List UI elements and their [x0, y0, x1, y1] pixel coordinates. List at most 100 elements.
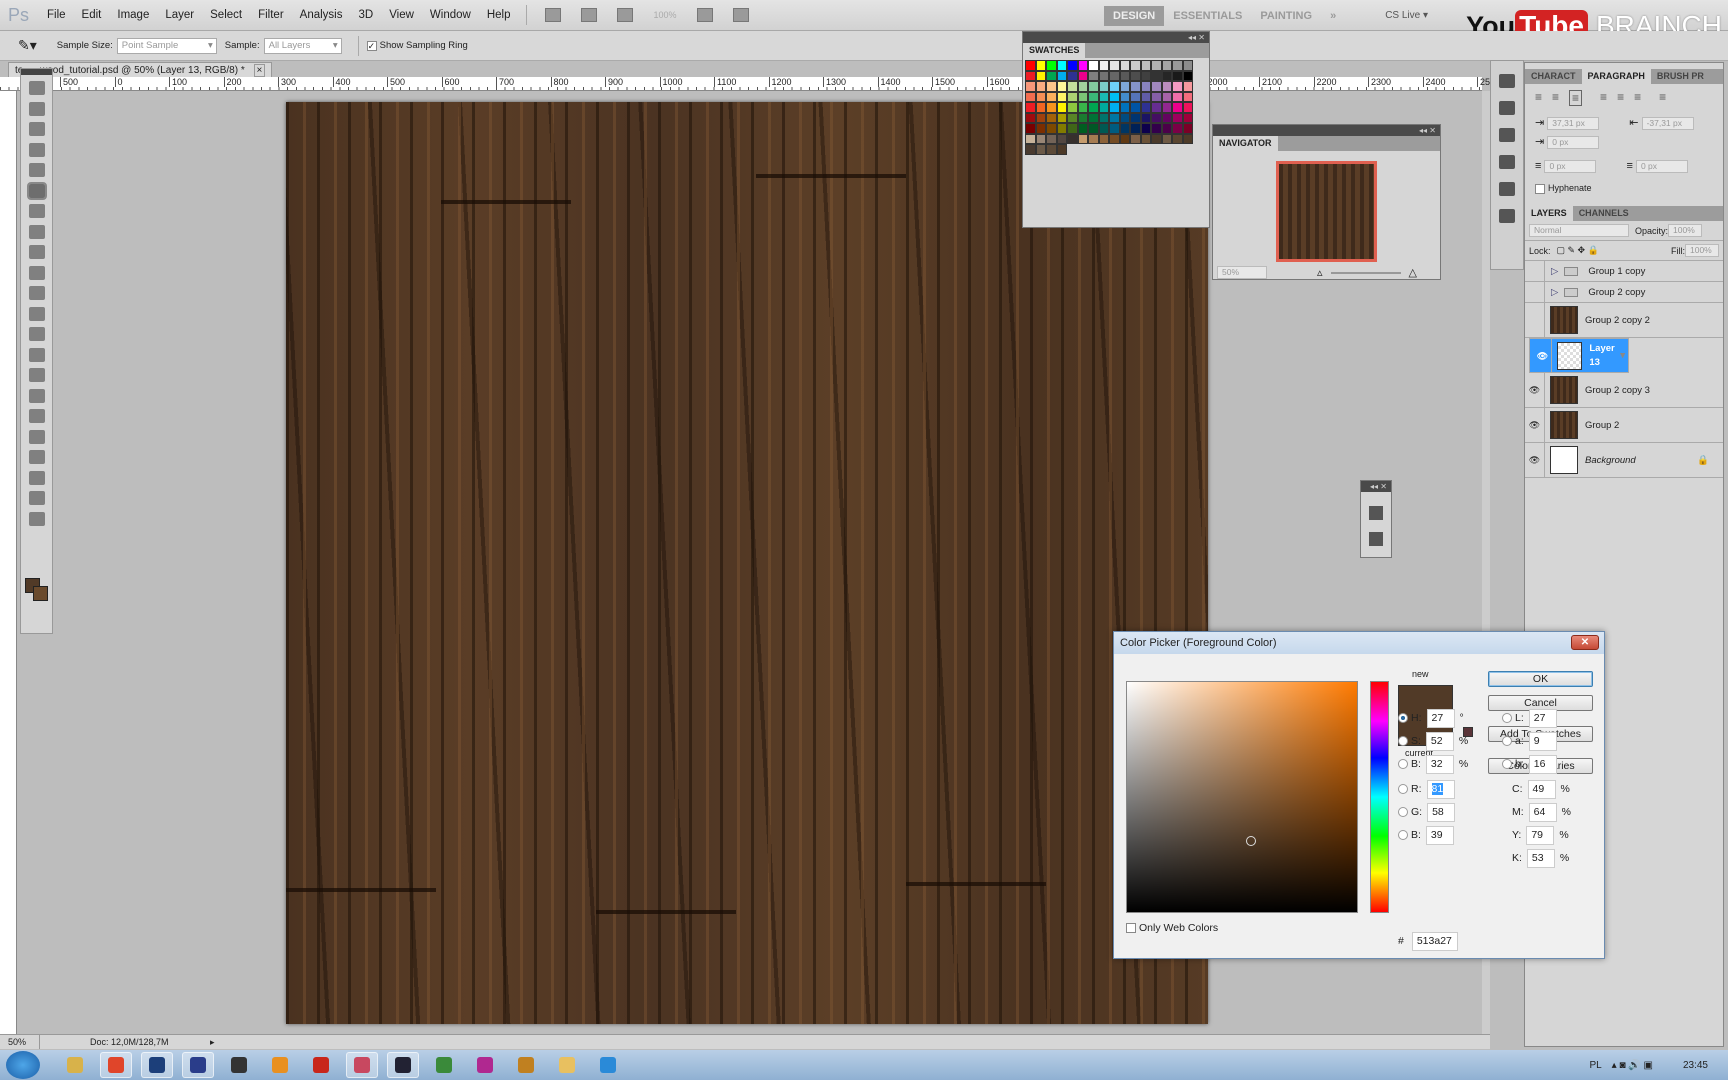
panel-collapse-close-icons[interactable]: ◂◂ ✕: [1023, 32, 1209, 43]
align-right-icon[interactable]: ≡: [1569, 90, 1583, 106]
more-workspaces-button[interactable]: »: [1321, 6, 1345, 26]
panel-collapse-close-icons[interactable]: ◂◂ ✕: [1361, 481, 1391, 492]
color-swatch[interactable]: [1161, 112, 1172, 123]
color-swatch[interactable]: [1119, 102, 1130, 113]
opacity-field[interactable]: 100%: [1668, 224, 1703, 237]
layer-name[interactable]: Background: [1585, 455, 1636, 466]
color-swatch[interactable]: [1151, 91, 1162, 102]
color-swatch[interactable]: [1140, 81, 1151, 92]
layer-name[interactable]: Group 2: [1585, 420, 1619, 431]
menu-analysis[interactable]: Analysis: [300, 9, 343, 21]
color-swatch[interactable]: [1046, 91, 1057, 102]
color-swatch[interactable]: [1046, 112, 1057, 123]
indent-right-field[interactable]: -37,31 px: [1641, 117, 1694, 130]
radio-b[interactable]: [1398, 830, 1408, 840]
color-swatch[interactable]: [1098, 123, 1109, 134]
color-swatch[interactable]: [1067, 91, 1078, 102]
color-swatch[interactable]: [1056, 81, 1067, 92]
workspace-design[interactable]: DESIGN: [1104, 5, 1165, 26]
tab-brush-presets[interactable]: BRUSH PR: [1651, 69, 1710, 84]
color-swatch[interactable]: [1161, 91, 1172, 102]
shape-tool-icon[interactable]: [28, 429, 45, 444]
color-swatch[interactable]: [1088, 133, 1099, 144]
field-K[interactable]: 53: [1526, 848, 1555, 868]
menu-select[interactable]: Select: [210, 9, 242, 21]
taskbar-app6-icon[interactable]: [551, 1052, 583, 1078]
color-swatch[interactable]: [1088, 60, 1099, 71]
color-swatch[interactable]: [1035, 144, 1046, 155]
color-swatch[interactable]: [1140, 123, 1151, 134]
color-swatch[interactable]: [1077, 81, 1088, 92]
color-swatch[interactable]: [1056, 112, 1067, 123]
menu-window[interactable]: Window: [430, 9, 471, 21]
color-swatch[interactable]: [1109, 102, 1120, 113]
color-swatch[interactable]: [1172, 102, 1183, 113]
launch-bridge-icon[interactable]: [545, 8, 562, 22]
color-swatch[interactable]: [1172, 112, 1183, 123]
color-swatch[interactable]: [1035, 60, 1046, 71]
close-dialog-button[interactable]: ✕: [1571, 635, 1599, 650]
blur-tool-icon[interactable]: [28, 327, 45, 341]
justify-last-left-icon[interactable]: ≡: [1600, 90, 1607, 106]
tray-icons[interactable]: ▴ ◙ 🔊 ▣: [1612, 1060, 1653, 1071]
color-swatch[interactable]: [1151, 60, 1162, 71]
color-swatch[interactable]: [1151, 112, 1162, 123]
marquee-tool-icon[interactable]: [28, 101, 45, 116]
clone-source-icon[interactable]: [1369, 506, 1383, 520]
visibility-toggle[interactable]: [1525, 282, 1545, 302]
hyphenate-checkbox[interactable]: [1535, 183, 1545, 194]
color-swatch[interactable]: [1056, 60, 1067, 71]
color-swatch[interactable]: [1151, 81, 1162, 92]
color-swatch[interactable]: [1046, 133, 1057, 144]
radio-lab-b[interactable]: [1502, 759, 1512, 769]
color-selection-ring[interactable]: [1246, 836, 1256, 846]
color-swatch[interactable]: [1067, 70, 1078, 81]
eyedropper-tool-preset-icon[interactable]: ✎▾: [18, 37, 37, 54]
tab-layers[interactable]: LAYERS: [1525, 206, 1573, 221]
radio-lab-L[interactable]: [1502, 713, 1512, 723]
color-swatch[interactable]: [1140, 102, 1151, 113]
color-swatch[interactable]: [1056, 144, 1067, 155]
color-swatch[interactable]: [1130, 123, 1141, 134]
screen-mode-icon[interactable]: [732, 8, 749, 22]
color-swatch[interactable]: [1025, 112, 1036, 123]
zoom-field[interactable]: 50%: [0, 1035, 40, 1049]
space-after-field[interactable]: 0 px: [1635, 160, 1688, 173]
color-swatch[interactable]: [1172, 81, 1183, 92]
eye-icon[interactable]: 👁: [1525, 408, 1545, 442]
color-swatch[interactable]: [1140, 133, 1151, 144]
color-swatch[interactable]: [1035, 133, 1046, 144]
color-swatch[interactable]: [1119, 70, 1130, 81]
color-swatch[interactable]: [1130, 91, 1141, 102]
mini-bridge-icon[interactable]: [581, 8, 598, 22]
field-b[interactable]: 39: [1425, 825, 1454, 845]
color-swatch[interactable]: [1077, 112, 1088, 123]
radio-bv[interactable]: [1398, 759, 1408, 769]
eraser-tool-icon[interactable]: [28, 286, 45, 300]
close-document-icon[interactable]: ×: [253, 64, 266, 77]
field-g[interactable]: 58: [1427, 802, 1456, 822]
workspace-painting[interactable]: PAINTING: [1251, 6, 1321, 26]
color-swatch[interactable]: [1056, 91, 1067, 102]
color-swatch[interactable]: [1046, 81, 1057, 92]
layer-name[interactable]: Layer 13: [1589, 342, 1624, 370]
first-line-indent-field[interactable]: 0 px: [1547, 136, 1600, 149]
color-swatch[interactable]: [1035, 91, 1046, 102]
taskbar-photoshop-icon[interactable]: [141, 1052, 173, 1078]
color-swatch[interactable]: [1098, 60, 1109, 71]
layer-row[interactable]: ▷ Group 2 copy: [1525, 282, 1723, 303]
taskbar-unity-icon[interactable]: [223, 1052, 255, 1078]
color-swatch[interactable]: [1035, 102, 1046, 113]
crop-tool-icon[interactable]: [28, 163, 45, 177]
tab-character[interactable]: CHARACT: [1525, 69, 1582, 84]
color-swatch[interactable]: [1025, 102, 1036, 113]
color-icon[interactable]: [1499, 101, 1515, 115]
menu-help[interactable]: Help: [487, 9, 511, 21]
color-swatch[interactable]: [1046, 102, 1057, 113]
quick-selection-tool-icon[interactable]: [28, 142, 45, 157]
color-swatch[interactable]: [1130, 60, 1141, 71]
color-swatch[interactable]: [1161, 133, 1172, 144]
pen-tool-icon[interactable]: [28, 368, 45, 382]
color-swatch[interactable]: [1056, 123, 1067, 134]
color-swatch[interactable]: [1067, 112, 1078, 123]
